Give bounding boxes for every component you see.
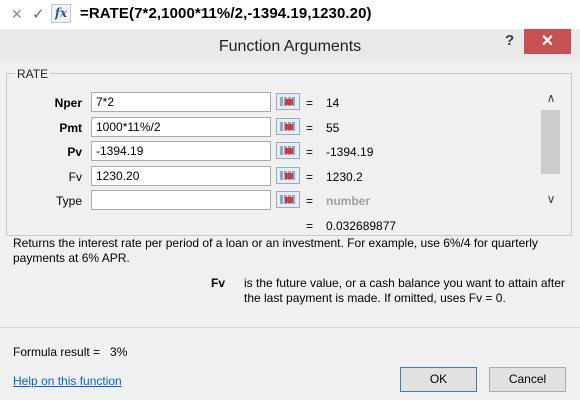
help-icon[interactable]: ? [505,32,514,49]
formula-bar: ✕ ✓ fx =RATE(7*2,1000*11%/2,-1394.19,123… [0,0,580,30]
arg-description-text: is the future value, or a cash balance y… [244,276,565,305]
pv-input[interactable] [91,141,271,161]
equals-sign: = [306,121,314,135]
collapse-dialog-icon[interactable] [276,167,300,184]
equals-sign: = [306,96,314,110]
arg-value-pmt: 55 [326,121,340,135]
arg-label-pv: Pv [67,145,82,159]
divider [0,327,580,328]
formula-result-label: Formula result = [13,345,101,359]
arg-value-fv: 1230.2 [326,170,363,184]
help-on-function-link[interactable]: Help on this function [13,374,122,388]
type-input[interactable] [91,190,271,210]
formula-result: Formula result = 3% [13,345,127,359]
arg-label-type: Type [55,194,82,208]
arg-description-name: Fv [211,276,226,290]
arg-value-pv: -1394.19 [326,145,374,159]
formula-text[interactable]: =RATE(7*2,1000*11%/2,-1394.19,1230.20) [80,5,372,22]
scroll-down-icon[interactable]: ∨ [541,192,561,206]
dialog-title: Function Arguments [218,38,362,55]
nper-input[interactable] [91,92,271,112]
enter-entry-icon[interactable]: ✓ [32,5,45,23]
function-name-label: RATE [15,67,51,81]
equals-sign: = [306,219,314,233]
function-arguments-dialog: Function Arguments ? ✕ RATE Nper = 14 Pm… [0,29,580,400]
close-button[interactable]: ✕ [524,29,571,54]
collapse-dialog-icon[interactable] [276,142,300,159]
formula-result-value: 3% [110,345,128,359]
function-result-value: 0.032689877 [326,219,397,233]
scroll-up-icon[interactable]: ∧ [541,91,561,105]
arg-label-nper: Nper [54,96,82,110]
arg-value-type: number [326,194,371,208]
function-description: Returns the interest rate per period of … [13,236,538,265]
fv-input[interactable] [91,166,271,186]
collapse-dialog-icon[interactable] [276,93,300,110]
pmt-input[interactable] [91,117,271,137]
arg-value-nper: 14 [326,96,340,110]
equals-sign: = [306,194,314,208]
arg-label-fv: Fv [68,170,82,184]
ok-button[interactable]: OK [400,367,477,392]
equals-sign: = [306,170,314,184]
insert-function-icon[interactable]: fx [51,4,71,23]
collapse-dialog-icon[interactable] [276,191,300,208]
collapse-dialog-icon[interactable] [276,118,300,135]
arg-label-pmt: Pmt [59,121,82,135]
cancel-entry-icon[interactable]: ✕ [11,6,23,23]
equals-sign: = [306,145,314,159]
scrollbar-thumb[interactable] [541,110,560,174]
cancel-button[interactable]: Cancel [489,367,566,392]
dialog-titlebar[interactable]: Function Arguments ? ✕ [0,29,580,62]
